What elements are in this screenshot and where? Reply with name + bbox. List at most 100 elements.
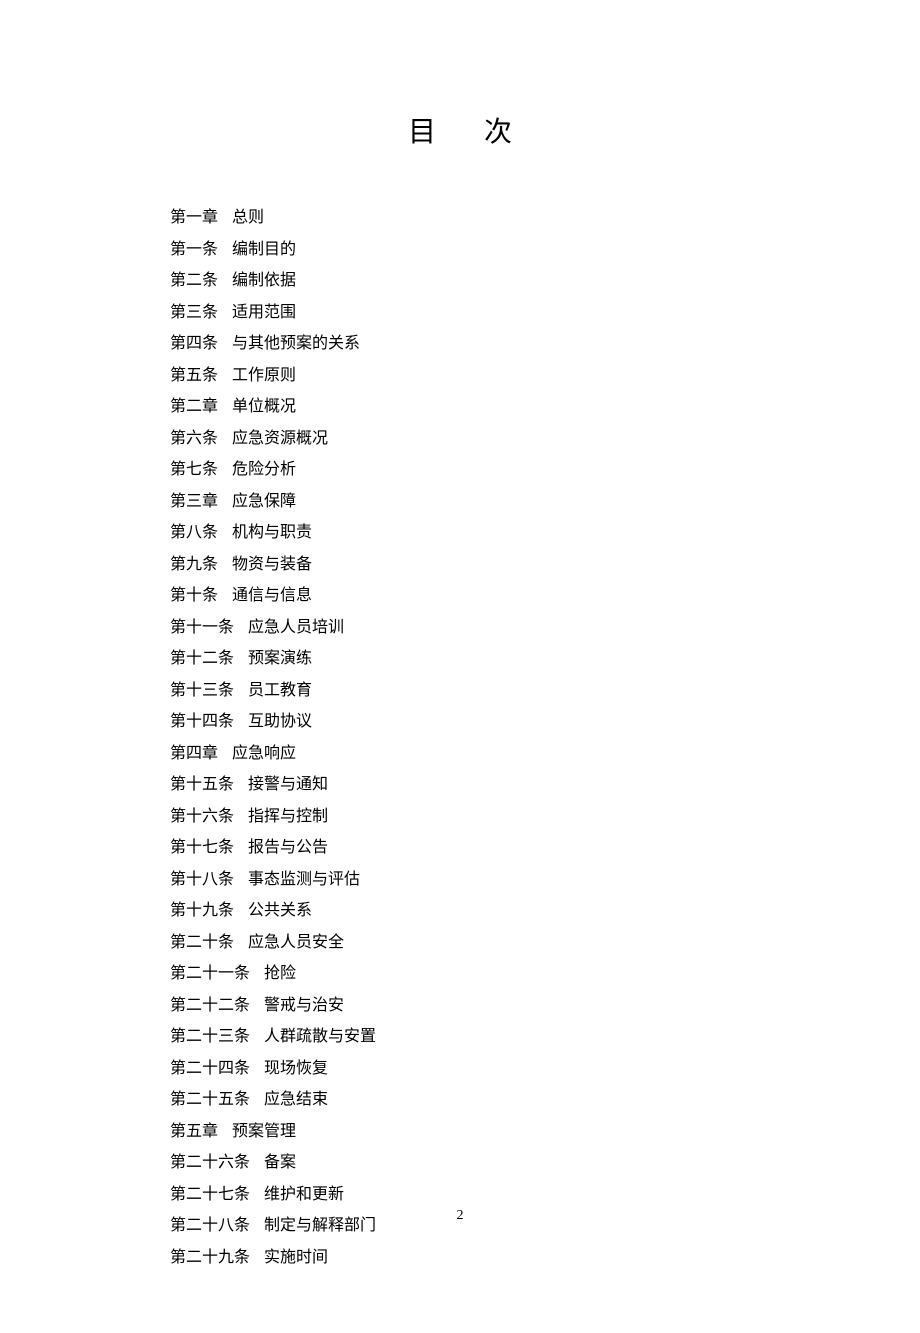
toc-item: 第五条工作原则 bbox=[170, 360, 750, 392]
toc-item-text: 应急结束 bbox=[264, 1084, 328, 1116]
toc-item-text: 应急响应 bbox=[232, 738, 296, 770]
toc-item: 第八条机构与职责 bbox=[170, 517, 750, 549]
toc-item-text: 单位概况 bbox=[232, 391, 296, 423]
toc-item-label: 第十五条 bbox=[170, 769, 234, 801]
toc-item-label: 第七条 bbox=[170, 454, 218, 486]
toc-item: 第十九条公共关系 bbox=[170, 895, 750, 927]
toc-item: 第十条通信与信息 bbox=[170, 580, 750, 612]
toc-item: 第一条编制目的 bbox=[170, 234, 750, 266]
toc-item: 第二十九条实施时间 bbox=[170, 1242, 750, 1274]
toc-item: 第十五条接警与通知 bbox=[170, 769, 750, 801]
toc-item: 第十八条事态监测与评估 bbox=[170, 864, 750, 896]
toc-item-text: 备案 bbox=[264, 1147, 296, 1179]
toc-item: 第二十一条抢险 bbox=[170, 958, 750, 990]
toc-item-label: 第一章 bbox=[170, 202, 218, 234]
toc-item: 第三条适用范围 bbox=[170, 297, 750, 329]
toc-item: 第二十六条备案 bbox=[170, 1147, 750, 1179]
toc-item-text: 总则 bbox=[232, 202, 264, 234]
toc-item: 第二十五条应急结束 bbox=[170, 1084, 750, 1116]
toc-item: 第二十四条现场恢复 bbox=[170, 1053, 750, 1085]
toc-item-label: 第二十二条 bbox=[170, 990, 250, 1022]
toc-item-label: 第十七条 bbox=[170, 832, 234, 864]
toc-item-text: 通信与信息 bbox=[232, 580, 312, 612]
toc-item-label: 第八条 bbox=[170, 517, 218, 549]
toc-item: 第六条应急资源概况 bbox=[170, 423, 750, 455]
toc-item-label: 第二十三条 bbox=[170, 1021, 250, 1053]
toc-item-text: 现场恢复 bbox=[264, 1053, 328, 1085]
toc-item-label: 第六条 bbox=[170, 423, 218, 455]
toc-item-label: 第四章 bbox=[170, 738, 218, 770]
toc-item: 第二十七条维护和更新 bbox=[170, 1179, 750, 1211]
toc-item-label: 第十二条 bbox=[170, 643, 234, 675]
toc-item: 第七条危险分析 bbox=[170, 454, 750, 486]
document-page: 目次 第一章总则第一条编制目的第二条编制依据第三条适用范围第四条与其他预案的关系… bbox=[0, 0, 920, 1333]
toc-item-label: 第二十条 bbox=[170, 927, 234, 959]
toc-item-text: 编制依据 bbox=[232, 265, 296, 297]
toc-item-text: 应急人员培训 bbox=[248, 612, 344, 644]
toc-item-label: 第十条 bbox=[170, 580, 218, 612]
toc-item: 第二十条应急人员安全 bbox=[170, 927, 750, 959]
toc-item-label: 第十六条 bbox=[170, 801, 234, 833]
toc-item: 第十七条报告与公告 bbox=[170, 832, 750, 864]
table-of-contents: 第一章总则第一条编制目的第二条编制依据第三条适用范围第四条与其他预案的关系第五条… bbox=[170, 202, 750, 1273]
toc-item: 第四章应急响应 bbox=[170, 738, 750, 770]
toc-item-label: 第三章 bbox=[170, 486, 218, 518]
toc-item: 第二章单位概况 bbox=[170, 391, 750, 423]
toc-item: 第一章总则 bbox=[170, 202, 750, 234]
toc-item: 第二条编制依据 bbox=[170, 265, 750, 297]
toc-item-text: 员工教育 bbox=[248, 675, 312, 707]
toc-item-label: 第四条 bbox=[170, 328, 218, 360]
toc-item: 第十四条互助协议 bbox=[170, 706, 750, 738]
page-number: 2 bbox=[0, 1208, 920, 1224]
toc-item: 第十二条预案演练 bbox=[170, 643, 750, 675]
toc-item-label: 第十一条 bbox=[170, 612, 234, 644]
toc-item-text: 工作原则 bbox=[232, 360, 296, 392]
toc-item-label: 第一条 bbox=[170, 234, 218, 266]
toc-item-label: 第三条 bbox=[170, 297, 218, 329]
toc-item-text: 实施时间 bbox=[264, 1242, 328, 1274]
toc-item-text: 危险分析 bbox=[232, 454, 296, 486]
toc-item-text: 抢险 bbox=[264, 958, 296, 990]
toc-item-text: 应急人员安全 bbox=[248, 927, 344, 959]
toc-item: 第十一条应急人员培训 bbox=[170, 612, 750, 644]
toc-item-label: 第十八条 bbox=[170, 864, 234, 896]
toc-item-text: 维护和更新 bbox=[264, 1179, 344, 1211]
toc-item-text: 接警与通知 bbox=[248, 769, 328, 801]
toc-item-text: 互助协议 bbox=[248, 706, 312, 738]
toc-item-text: 预案管理 bbox=[232, 1116, 296, 1148]
toc-item: 第四条与其他预案的关系 bbox=[170, 328, 750, 360]
toc-item-text: 应急资源概况 bbox=[232, 423, 328, 455]
toc-item-text: 指挥与控制 bbox=[248, 801, 328, 833]
toc-item-text: 与其他预案的关系 bbox=[232, 328, 360, 360]
toc-item-label: 第二十九条 bbox=[170, 1242, 250, 1274]
toc-item-label: 第二条 bbox=[170, 265, 218, 297]
toc-item-text: 编制目的 bbox=[232, 234, 296, 266]
toc-item-text: 物资与装备 bbox=[232, 549, 312, 581]
toc-item-label: 第九条 bbox=[170, 549, 218, 581]
page-title: 目次 bbox=[170, 110, 750, 150]
toc-item-label: 第五章 bbox=[170, 1116, 218, 1148]
toc-item: 第五章预案管理 bbox=[170, 1116, 750, 1148]
toc-item-label: 第二十四条 bbox=[170, 1053, 250, 1085]
toc-item-text: 预案演练 bbox=[248, 643, 312, 675]
toc-item: 第二十二条警戒与治安 bbox=[170, 990, 750, 1022]
toc-item-text: 机构与职责 bbox=[232, 517, 312, 549]
toc-item-text: 适用范围 bbox=[232, 297, 296, 329]
toc-item-text: 事态监测与评估 bbox=[248, 864, 360, 896]
toc-item-label: 第十四条 bbox=[170, 706, 234, 738]
toc-item: 第三章应急保障 bbox=[170, 486, 750, 518]
toc-item-text: 报告与公告 bbox=[248, 832, 328, 864]
toc-item-label: 第二章 bbox=[170, 391, 218, 423]
toc-item-label: 第十九条 bbox=[170, 895, 234, 927]
toc-item: 第九条物资与装备 bbox=[170, 549, 750, 581]
toc-item-text: 人群疏散与安置 bbox=[264, 1021, 376, 1053]
toc-item-label: 第二十一条 bbox=[170, 958, 250, 990]
toc-item-label: 第二十六条 bbox=[170, 1147, 250, 1179]
toc-item-label: 第五条 bbox=[170, 360, 218, 392]
toc-item: 第十三条员工教育 bbox=[170, 675, 750, 707]
toc-item-label: 第二十五条 bbox=[170, 1084, 250, 1116]
toc-item: 第二十三条人群疏散与安置 bbox=[170, 1021, 750, 1053]
toc-item: 第十六条指挥与控制 bbox=[170, 801, 750, 833]
toc-item-label: 第二十七条 bbox=[170, 1179, 250, 1211]
toc-item-text: 警戒与治安 bbox=[264, 990, 344, 1022]
